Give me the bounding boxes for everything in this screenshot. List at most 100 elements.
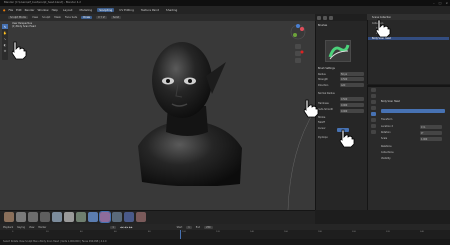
hardness-field[interactable]: 0.000 <box>340 103 364 107</box>
sculpted-head-model[interactable] <box>120 36 260 186</box>
menu-edit[interactable]: Edit <box>16 8 21 12</box>
modifier-properties-icon[interactable] <box>371 118 376 122</box>
end-frame-label: End <box>195 225 201 229</box>
brush-settings-header[interactable]: Brush Settings <box>318 67 335 70</box>
brush-preview-thumbnail[interactable] <box>325 40 351 62</box>
normal-radius-field[interactable]: 0.500 <box>340 97 364 101</box>
item-tab-icon[interactable] <box>329 15 333 20</box>
tab-shading[interactable]: Shading <box>164 8 179 12</box>
brush-icon[interactable]: ✎ <box>2 24 8 29</box>
menu-mask[interactable]: Mask <box>54 16 61 19</box>
direction-field[interactable]: Add <box>340 83 364 87</box>
timeline-track[interactable] <box>0 230 450 239</box>
brush-asset-flatten[interactable] <box>64 212 74 222</box>
menu-window[interactable]: Window <box>38 8 49 12</box>
shading-mode[interactable]: Solid <box>110 16 122 19</box>
brush-asset-inflate[interactable] <box>76 212 86 222</box>
material-properties-icon[interactable] <box>371 124 376 128</box>
collections-section[interactable]: Collections <box>381 151 394 154</box>
navigation-gizmo[interactable] <box>286 22 310 72</box>
brush-asset-grab[interactable] <box>88 212 98 222</box>
visibility-section[interactable]: Visibility <box>381 157 391 160</box>
scale-field[interactable]: 1.000 <box>420 137 442 141</box>
brush-asset-draw-face-sets[interactable] <box>136 212 146 222</box>
brush-asset-snake-hook[interactable] <box>99 211 111 223</box>
object-properties-icon[interactable] <box>371 112 376 116</box>
viewport-header: Sculpt Mode View Sculpt Mask Face Sets D… <box>0 14 315 21</box>
location-field[interactable]: 0 m <box>420 125 442 129</box>
strength-field[interactable]: 0.500 <box>340 77 364 81</box>
viewport-info: User Perspective (1) Body Scan Head <box>12 22 36 28</box>
tab-uv-editing[interactable]: UV Editing <box>117 8 136 12</box>
draw-brush-icon <box>328 44 350 60</box>
menu-help[interactable]: Help <box>52 8 58 12</box>
properties-tab-column <box>371 88 377 158</box>
mode-dropdown[interactable]: Sculpt Mode <box>8 16 28 19</box>
radius-label: Radius <box>318 73 326 76</box>
close-icon[interactable]: × <box>445 1 448 5</box>
falloff-section[interactable]: Falloff <box>318 121 325 124</box>
timeline-tick-label: 20 <box>46 231 49 233</box>
blender-logo-icon[interactable]: ● <box>3 8 5 12</box>
minimize-icon[interactable]: – <box>433 1 435 5</box>
relations-section[interactable]: Relations <box>381 145 392 148</box>
brush-asset-pinch[interactable] <box>112 212 122 222</box>
dyntopo-section[interactable]: Dyntopo <box>318 136 328 139</box>
brush-asset-clay-strips[interactable] <box>28 212 38 222</box>
render-properties-icon[interactable] <box>371 94 376 98</box>
current-frame-field[interactable]: 1 <box>110 225 116 229</box>
object-name-field[interactable] <box>381 109 445 113</box>
view-tab-icon[interactable] <box>323 15 327 20</box>
object-name-label[interactable]: Body Scan Head <box>381 100 400 103</box>
pointer-hand-icon <box>11 41 27 60</box>
menu-marker[interactable]: Marker <box>38 226 46 229</box>
scene-properties-icon[interactable] <box>371 106 376 110</box>
tab-layout[interactable]: Layout <box>61 8 75 12</box>
brush-asset-mask[interactable] <box>124 212 134 222</box>
brush-asset-smooth[interactable] <box>52 212 62 222</box>
top-menu-bar: ● File Edit Render Window Help Layout Mo… <box>0 6 450 14</box>
cursor-section[interactable]: Cursor <box>318 127 326 130</box>
brush-asset-draw[interactable] <box>4 212 14 222</box>
transform-section[interactable]: Transform <box>381 118 392 121</box>
auto-smooth-field[interactable]: 0.000 <box>340 109 364 113</box>
menu-render[interactable]: Render <box>25 8 35 12</box>
strength-label: Strength <box>318 78 328 81</box>
maximize-icon[interactable]: □ <box>439 1 442 5</box>
data-properties-icon[interactable] <box>371 130 376 134</box>
timeline-playhead[interactable] <box>180 230 181 239</box>
zoom-icon <box>295 44 301 49</box>
timeline-tick-label: 140 <box>250 231 254 233</box>
tab-sculpting[interactable]: Sculpting <box>97 8 115 12</box>
symmetry-toggle[interactable]: X Y Z <box>96 16 107 19</box>
menu-timeline-view[interactable]: View <box>29 226 34 229</box>
menu-view[interactable]: View <box>32 16 38 19</box>
menu-face-sets[interactable]: Face Sets <box>65 16 77 19</box>
start-frame-label: Start <box>176 225 183 229</box>
output-properties-icon[interactable] <box>371 100 376 104</box>
pointer-hand-icon <box>339 129 355 148</box>
menu-file[interactable]: File <box>8 8 13 12</box>
status-bar: Select Rotate View Sculpt Menu Body Scan… <box>0 239 450 245</box>
menu-keying[interactable]: Keying <box>17 226 25 229</box>
menu-playback[interactable]: Playback <box>3 226 13 229</box>
brush-asset-clay[interactable] <box>16 212 26 222</box>
timeline-tick-label: 100 <box>182 231 186 233</box>
active-brush-label[interactable]: Draw <box>81 16 93 19</box>
tab-modeling[interactable]: Modeling <box>77 8 94 12</box>
brushes-header[interactable]: Brushes <box>318 24 327 27</box>
brush-asset-crease[interactable] <box>40 212 50 222</box>
radius-field[interactable]: 50 px <box>340 72 364 76</box>
menu-sculpt[interactable]: Sculpt <box>42 16 50 19</box>
tool-tab-icon[interactable] <box>317 15 321 20</box>
timeline-tick-label: 40 <box>80 231 83 233</box>
play-controls-icon[interactable]: ◀◀ ◀ ▶ ▶▶ <box>120 226 133 229</box>
tool-properties-icon[interactable] <box>371 88 376 92</box>
tab-texture-paint[interactable]: Texture Paint <box>139 8 161 12</box>
location-label: Location X <box>381 125 394 128</box>
grab-icon[interactable]: ✋ <box>2 30 8 35</box>
end-frame-field[interactable]: 250 <box>204 225 213 229</box>
timeline-tick-label: 200 <box>352 231 356 233</box>
start-frame-field[interactable]: 1 <box>186 225 192 229</box>
rotation-field[interactable]: 0° <box>420 131 442 135</box>
